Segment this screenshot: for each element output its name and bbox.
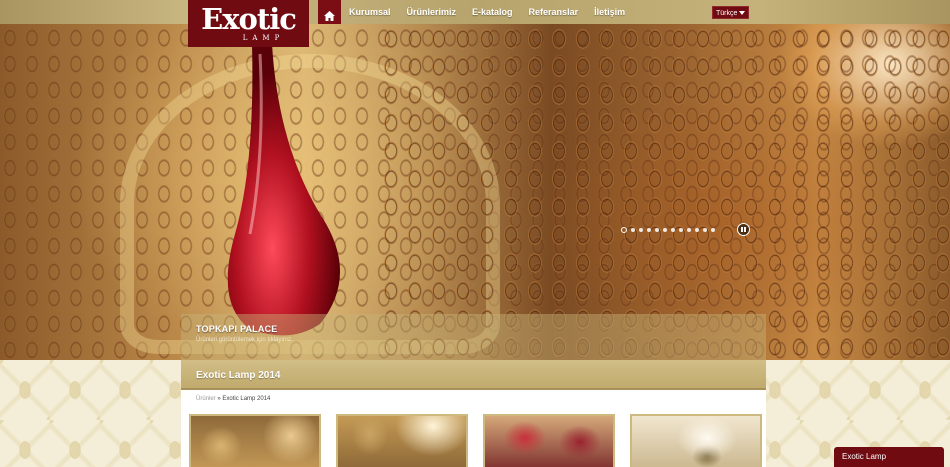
product-image [632,416,760,467]
slider-dots [621,227,715,233]
chat-tab[interactable]: Exotic Lamp [834,447,944,467]
product-card[interactable] [630,414,762,467]
slider-dot[interactable] [631,228,635,232]
nav-iletisim[interactable]: İletişim [586,0,633,24]
slide-caption-subtitle: Ürünleri görüntülemek için tıklayınız. [196,337,293,343]
product-card[interactable] [483,414,615,467]
slider-dot[interactable] [655,228,659,232]
slider-dot[interactable] [695,228,699,232]
slider-dot[interactable] [687,228,691,232]
product-grid [189,414,762,467]
product-card[interactable] [189,414,321,467]
slider-dot[interactable] [621,227,627,233]
home-icon [324,6,335,30]
hero-red-glass [227,44,340,336]
slider-dot[interactable] [647,228,651,232]
nav-referanslar[interactable]: Referanslar [521,0,587,24]
breadcrumb: Ürünler » Exotic Lamp 2014 [181,396,766,402]
nav-e-katalog[interactable]: E-katalog [464,0,521,24]
site-logo[interactable]: Exotic LAMP [188,0,309,47]
slide-caption-title: TOPKAPI PALACE [196,324,278,334]
content-panel: Exotic Lamp 2014 Ürünler » Exotic Lamp 2… [181,360,766,467]
breadcrumb-parent-link[interactable]: Ürünler [196,396,216,402]
section-title: Exotic Lamp 2014 [196,370,281,381]
product-image [338,416,466,467]
slider-dot[interactable] [663,228,667,232]
slider-dot[interactable] [671,228,675,232]
pause-icon[interactable] [737,223,750,236]
slider-dot[interactable] [639,228,643,232]
logo-wordmark: Exotic [201,2,297,36]
main-nav: Kurumsal Ürünlerimiz E-katalog Referansl… [318,0,633,24]
hero-slider[interactable]: TOPKAPI PALACE Ürünleri görüntülemek içi… [0,24,950,360]
language-select-value: Türkçe [716,10,738,17]
section-header: Exotic Lamp 2014 [181,360,766,390]
slider-dot[interactable] [711,228,715,232]
breadcrumb-current: Exotic Lamp 2014 [222,396,271,402]
product-card[interactable] [336,414,468,467]
nav-urunlerimiz[interactable]: Ürünlerimiz [399,0,465,24]
nav-kurumsal[interactable]: Kurumsal [341,0,399,24]
slider-dot[interactable] [679,228,683,232]
product-image [485,416,613,467]
hero-chains-right [380,24,950,360]
slide-caption[interactable]: TOPKAPI PALACE Ürünleri görüntülemek içi… [181,314,766,360]
chevron-down-icon [739,11,745,15]
language-select[interactable]: Türkçe [712,6,749,19]
slider-dot[interactable] [703,228,707,232]
nav-home[interactable] [318,0,341,24]
product-image [191,416,319,467]
